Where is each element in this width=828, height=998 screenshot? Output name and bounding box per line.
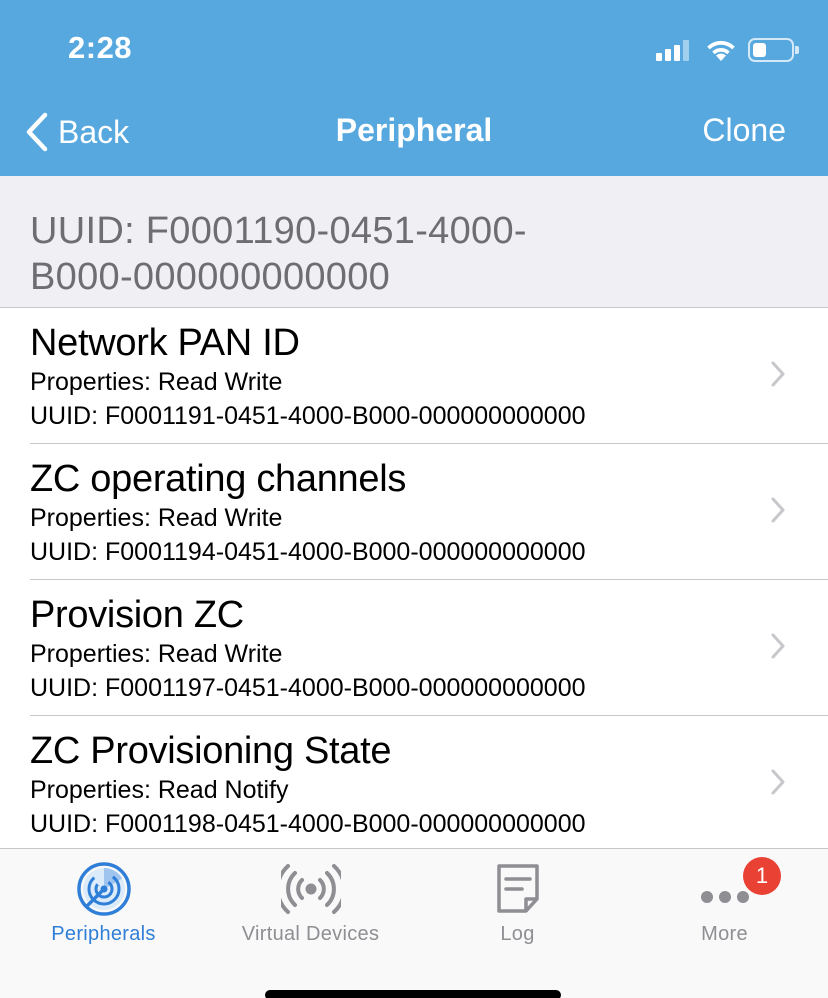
characteristic-uuid: UUID: F0001191-0451-4000-B000-0000000000…	[30, 402, 586, 430]
chevron-right-icon	[771, 769, 785, 795]
characteristic-title: ZC Provisioning State	[30, 730, 392, 772]
characteristics-list: Network PAN ID Properties: Read Write UU…	[0, 308, 828, 852]
battery-icon	[748, 38, 799, 62]
wifi-icon	[707, 40, 735, 61]
radar-icon	[76, 862, 131, 916]
notification-badge: 1	[743, 857, 781, 895]
characteristic-uuid: UUID: F0001197-0451-4000-B000-0000000000…	[30, 674, 586, 702]
home-indicator[interactable]	[265, 990, 561, 998]
tab-label: Log	[500, 923, 535, 945]
status-time: 2:28	[68, 30, 133, 65]
status-icons	[656, 36, 799, 64]
characteristic-row-zc-provisioning-state[interactable]: ZC Provisioning State Properties: Read N…	[30, 716, 828, 852]
characteristic-properties: Properties: Read Write	[30, 640, 283, 668]
characteristic-properties: Properties: Read Notify	[30, 776, 289, 804]
tab-label: Peripherals	[51, 923, 156, 945]
clone-button[interactable]: Clone	[702, 112, 786, 149]
tab-bar: Peripherals Virtual Devices Log 1 More	[0, 848, 828, 998]
chevron-right-icon	[771, 633, 785, 659]
navigation-header: 2:28 Back Peripheral Clone	[0, 0, 828, 176]
tab-label: Virtual Devices	[241, 923, 380, 945]
characteristic-row-zc-operating-channels[interactable]: ZC operating channels Properties: Read W…	[30, 444, 828, 580]
characteristic-properties: Properties: Read Write	[30, 368, 283, 396]
characteristic-title: ZC operating channels	[30, 458, 407, 500]
characteristic-title: Network PAN ID	[30, 322, 300, 364]
tab-peripherals[interactable]: Peripherals	[0, 861, 207, 961]
characteristic-uuid: UUID: F0001194-0451-4000-B000-0000000000…	[30, 538, 586, 566]
tab-label: More	[701, 923, 748, 945]
service-uuid-header: UUID: F0001190-0451-4000- B000-000000000…	[0, 176, 828, 308]
broadcast-icon	[280, 864, 341, 914]
chevron-right-icon	[771, 361, 785, 387]
tab-more[interactable]: 1 More	[621, 857, 828, 961]
chevron-right-icon	[771, 497, 785, 523]
characteristic-title: Provision ZC	[30, 594, 244, 636]
characteristic-properties: Properties: Read Write	[30, 504, 283, 532]
characteristic-row-provision-zc[interactable]: Provision ZC Properties: Read Write UUID…	[30, 580, 828, 716]
tab-log[interactable]: Log	[414, 861, 621, 961]
characteristic-uuid: UUID: F0001198-0451-4000-B000-0000000000…	[30, 810, 586, 838]
tab-virtual-devices[interactable]: Virtual Devices	[207, 861, 414, 961]
characteristic-row-network-pan-id[interactable]: Network PAN ID Properties: Read Write UU…	[30, 308, 828, 444]
log-note-icon	[496, 864, 539, 913]
cellular-signal-icon	[656, 39, 692, 61]
service-uuid-line-1: UUID: F0001190-0451-4000-	[30, 210, 527, 252]
service-uuid-line-2: B000-000000000000	[30, 256, 391, 298]
